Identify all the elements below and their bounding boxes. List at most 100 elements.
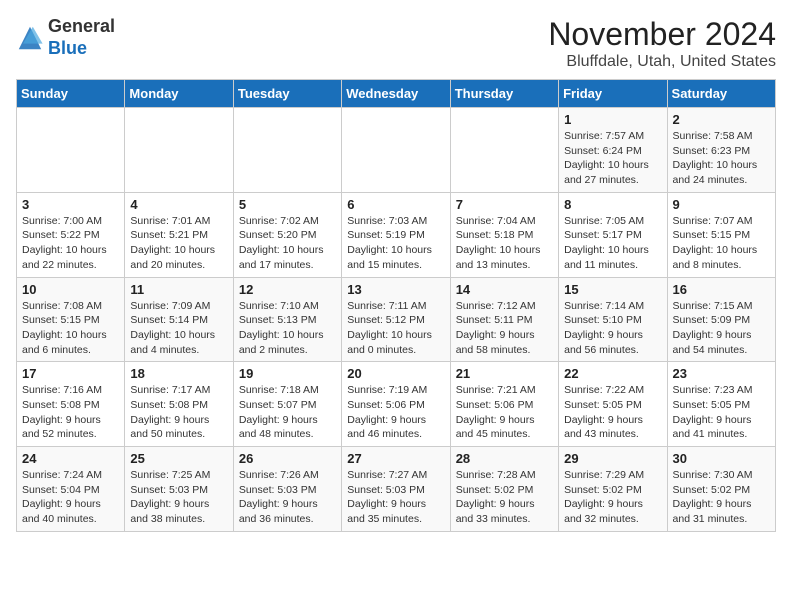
calendar-cell: 8 Sunrise: 7:05 AM Sunset: 5:17 PM Daylig… (559, 192, 667, 277)
cell-info: Sunrise: 7:14 AM Sunset: 5:10 PM Dayligh… (564, 299, 661, 358)
calendar-cell: 21 Sunrise: 7:21 AM Sunset: 5:06 PM Dayli… (450, 362, 558, 447)
calendar-cell (17, 108, 125, 193)
cell-info: Sunrise: 7:07 AM Sunset: 5:15 PM Dayligh… (673, 214, 770, 273)
calendar-cell: 26Sunrise: 7:26 AM Sunset: 5:03 PM Dayli… (233, 447, 341, 532)
day-number: 17 (22, 366, 119, 381)
day-header-sunday: Sunday (17, 80, 125, 108)
day-header-saturday: Saturday (667, 80, 775, 108)
calendar-cell: 10 Sunrise: 7:08 AM Sunset: 5:15 PM Dayli… (17, 277, 125, 362)
calendar-header-row: SundayMondayTuesdayWednesdayThursdayFrid… (17, 80, 776, 108)
cell-info: Sunrise: 7:03 AM Sunset: 5:19 PM Dayligh… (347, 214, 444, 273)
day-number: 13 (347, 282, 444, 297)
cell-info: Sunrise: 7:24 AM Sunset: 5:04 PM Dayligh… (22, 468, 119, 527)
month-title: November 2024 (548, 16, 776, 53)
cell-info: Sunrise: 7:16 AM Sunset: 5:08 PM Dayligh… (22, 383, 119, 442)
day-number: 9 (673, 197, 770, 212)
calendar-cell: 27 Sunrise: 7:27 AM Sunset: 5:03 PM Dayli… (342, 447, 450, 532)
cell-info: Sunrise: 7:19 AM Sunset: 5:06 PM Dayligh… (347, 383, 444, 442)
calendar-body: 1 Sunrise: 7:57 AM Sunset: 6:24 PM Daylig… (17, 108, 776, 532)
day-number: 19 (239, 366, 336, 381)
calendar-cell: 7Sunrise: 7:04 AM Sunset: 5:18 PM Daylig… (450, 192, 558, 277)
calendar-cell: 5Sunrise: 7:02 AM Sunset: 5:20 PM Daylig… (233, 192, 341, 277)
header: General Blue November 2024 Bluffdale, Ut… (16, 16, 776, 71)
day-number: 14 (456, 282, 553, 297)
day-number: 22 (564, 366, 661, 381)
cell-info: Sunrise: 7:25 AM Sunset: 5:03 PM Dayligh… (130, 468, 227, 527)
calendar-cell (125, 108, 233, 193)
cell-info: Sunrise: 7:05 AM Sunset: 5:17 PM Dayligh… (564, 214, 661, 273)
day-number: 24 (22, 451, 119, 466)
calendar-cell: 28Sunrise: 7:28 AM Sunset: 5:02 PM Dayli… (450, 447, 558, 532)
cell-info: Sunrise: 7:21 AM Sunset: 5:06 PM Dayligh… (456, 383, 553, 442)
week-row-3: 10 Sunrise: 7:08 AM Sunset: 5:15 PM Dayli… (17, 277, 776, 362)
cell-info: Sunrise: 7:08 AM Sunset: 5:15 PM Dayligh… (22, 299, 119, 358)
calendar-cell: 17 Sunrise: 7:16 AM Sunset: 5:08 PM Dayli… (17, 362, 125, 447)
day-number: 25 (130, 451, 227, 466)
calendar-cell: 19 Sunrise: 7:18 AM Sunset: 5:07 PM Dayli… (233, 362, 341, 447)
cell-info: Sunrise: 7:17 AM Sunset: 5:08 PM Dayligh… (130, 383, 227, 442)
cell-info: Sunrise: 7:09 AM Sunset: 5:14 PM Dayligh… (130, 299, 227, 358)
cell-info: Sunrise: 7:11 AM Sunset: 5:12 PM Dayligh… (347, 299, 444, 358)
day-number: 28 (456, 451, 553, 466)
location-title: Bluffdale, Utah, United States (548, 53, 776, 71)
cell-info: Sunrise: 7:57 AM Sunset: 6:24 PM Dayligh… (564, 129, 661, 188)
calendar-cell (233, 108, 341, 193)
day-number: 11 (130, 282, 227, 297)
calendar-cell: 11 Sunrise: 7:09 AM Sunset: 5:14 PM Dayli… (125, 277, 233, 362)
day-number: 6 (347, 197, 444, 212)
calendar-cell: 29 Sunrise: 7:29 AM Sunset: 5:02 PM Dayli… (559, 447, 667, 532)
cell-info: Sunrise: 7:26 AM Sunset: 5:03 PM Dayligh… (239, 468, 336, 527)
calendar-cell: 18 Sunrise: 7:17 AM Sunset: 5:08 PM Dayli… (125, 362, 233, 447)
cell-info: Sunrise: 7:29 AM Sunset: 5:02 PM Dayligh… (564, 468, 661, 527)
day-header-friday: Friday (559, 80, 667, 108)
day-number: 27 (347, 451, 444, 466)
calendar-cell: 2Sunrise: 7:58 AM Sunset: 6:23 PM Daylig… (667, 108, 775, 193)
cell-info: Sunrise: 7:58 AM Sunset: 6:23 PM Dayligh… (673, 129, 770, 188)
calendar-cell: 24 Sunrise: 7:24 AM Sunset: 5:04 PM Dayli… (17, 447, 125, 532)
cell-info: Sunrise: 7:10 AM Sunset: 5:13 PM Dayligh… (239, 299, 336, 358)
cell-info: Sunrise: 7:01 AM Sunset: 5:21 PM Dayligh… (130, 214, 227, 273)
day-number: 12 (239, 282, 336, 297)
day-number: 21 (456, 366, 553, 381)
calendar-cell: 1 Sunrise: 7:57 AM Sunset: 6:24 PM Daylig… (559, 108, 667, 193)
calendar-cell: 15 Sunrise: 7:14 AM Sunset: 5:10 PM Dayli… (559, 277, 667, 362)
calendar-cell: 16Sunrise: 7:15 AM Sunset: 5:09 PM Dayli… (667, 277, 775, 362)
day-header-wednesday: Wednesday (342, 80, 450, 108)
day-number: 20 (347, 366, 444, 381)
title-section: November 2024 Bluffdale, Utah, United St… (548, 16, 776, 71)
calendar-cell: 12 Sunrise: 7:10 AM Sunset: 5:13 PM Dayli… (233, 277, 341, 362)
week-row-5: 24 Sunrise: 7:24 AM Sunset: 5:04 PM Dayli… (17, 447, 776, 532)
day-header-monday: Monday (125, 80, 233, 108)
day-number: 30 (673, 451, 770, 466)
day-number: 3 (22, 197, 119, 212)
day-number: 15 (564, 282, 661, 297)
day-number: 18 (130, 366, 227, 381)
cell-info: Sunrise: 7:22 AM Sunset: 5:05 PM Dayligh… (564, 383, 661, 442)
day-number: 10 (22, 282, 119, 297)
day-number: 29 (564, 451, 661, 466)
day-number: 1 (564, 112, 661, 127)
calendar-cell: 20 Sunrise: 7:19 AM Sunset: 5:06 PM Dayli… (342, 362, 450, 447)
cell-info: Sunrise: 7:18 AM Sunset: 5:07 PM Dayligh… (239, 383, 336, 442)
day-number: 8 (564, 197, 661, 212)
calendar-cell (342, 108, 450, 193)
calendar-cell: 22 Sunrise: 7:22 AM Sunset: 5:05 PM Dayli… (559, 362, 667, 447)
logo-general-text: General (48, 16, 115, 38)
calendar-cell: 13 Sunrise: 7:11 AM Sunset: 5:12 PM Dayli… (342, 277, 450, 362)
cell-info: Sunrise: 7:12 AM Sunset: 5:11 PM Dayligh… (456, 299, 553, 358)
day-number: 23 (673, 366, 770, 381)
calendar-cell: 14 Sunrise: 7:12 AM Sunset: 5:11 PM Dayli… (450, 277, 558, 362)
logo-blue-text: Blue (48, 38, 115, 60)
cell-info: Sunrise: 7:00 AM Sunset: 5:22 PM Dayligh… (22, 214, 119, 273)
day-number: 16 (673, 282, 770, 297)
logo: General Blue (16, 16, 115, 59)
calendar-cell (450, 108, 558, 193)
calendar-cell: 3 Sunrise: 7:00 AM Sunset: 5:22 PM Daylig… (17, 192, 125, 277)
logo-icon (16, 24, 44, 52)
cell-info: Sunrise: 7:04 AM Sunset: 5:18 PM Dayligh… (456, 214, 553, 273)
calendar-cell: 30 Sunrise: 7:30 AM Sunset: 5:02 PM Dayli… (667, 447, 775, 532)
cell-info: Sunrise: 7:30 AM Sunset: 5:02 PM Dayligh… (673, 468, 770, 527)
day-header-thursday: Thursday (450, 80, 558, 108)
calendar-table: SundayMondayTuesdayWednesdayThursdayFrid… (16, 79, 776, 532)
cell-info: Sunrise: 7:27 AM Sunset: 5:03 PM Dayligh… (347, 468, 444, 527)
